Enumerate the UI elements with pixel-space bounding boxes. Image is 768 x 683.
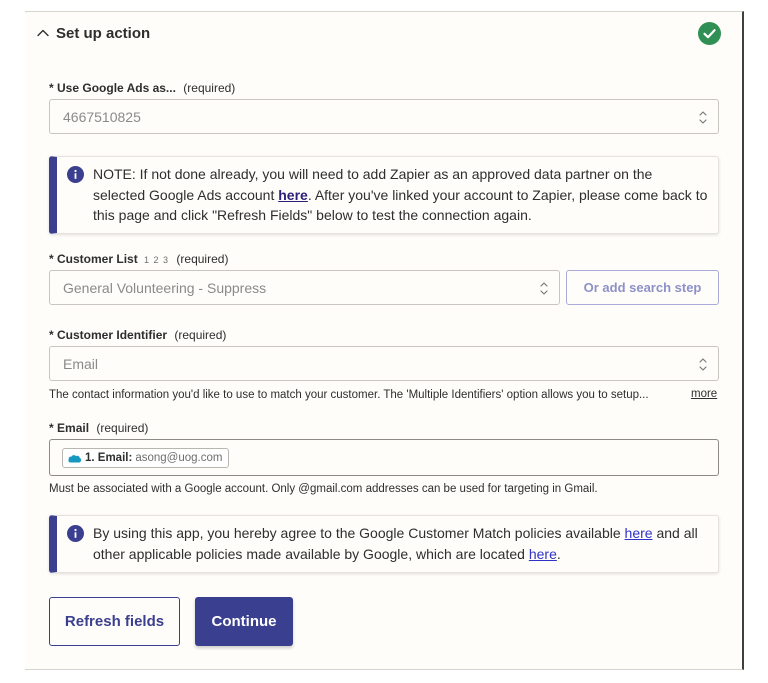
account-select[interactable]: 4667510825	[49, 99, 719, 134]
required-asterisk: *	[49, 421, 54, 435]
customer-identifier-value: Email	[63, 356, 99, 372]
info-icon	[67, 166, 84, 183]
customer-identifier-label: * Customer Identifier (required)	[49, 328, 226, 342]
email-label: * Email (required)	[49, 421, 148, 435]
required-tag: (required)	[183, 81, 236, 95]
policy-note: By using this app, you hereby agree to t…	[49, 515, 719, 573]
required-asterisk: *	[49, 252, 54, 266]
required-tag: (required)	[176, 252, 229, 266]
note-text-part: By using this app, you hereby agree to t…	[93, 525, 625, 541]
other-policies-link[interactable]: here	[529, 546, 557, 562]
customer-list-label-text: Customer List	[57, 252, 138, 266]
more-link[interactable]: more	[691, 388, 717, 400]
account-label: * Use Google Ads as... (required)	[49, 81, 235, 95]
refresh-fields-button[interactable]: Refresh fields	[49, 597, 180, 646]
email-mapped-pill[interactable]: 1. Email: asong@uog.com	[62, 448, 230, 468]
customer-list-label: * Customer List 1 2 3 (required)	[49, 252, 228, 266]
account-label-text: Use Google Ads as...	[57, 81, 176, 95]
customer-identifier-select[interactable]: Email	[49, 346, 719, 381]
salesforce-icon	[68, 454, 82, 462]
partner-note-text: NOTE: If not done already, you will need…	[93, 164, 708, 226]
email-helper-text: Must be associated with a Google account…	[49, 483, 598, 495]
email-field[interactable]: 1. Email: asong@uog.com	[49, 439, 719, 476]
email-label-text: Email	[57, 421, 90, 435]
pill-key: 1. Email:	[85, 452, 133, 464]
add-search-step-button[interactable]: Or add search step	[566, 270, 719, 305]
list-step-numbers: 1 2 3	[144, 255, 170, 265]
partner-link[interactable]: here	[278, 187, 308, 203]
required-tag: (required)	[174, 328, 227, 342]
select-arrows-icon	[699, 358, 707, 371]
required-asterisk: *	[49, 328, 54, 342]
section-header[interactable]: Set up action	[25, 12, 742, 56]
chevron-up-icon[interactable]	[36, 26, 50, 40]
required-tag: (required)	[96, 421, 149, 435]
policy-note-text: By using this app, you hereby agree to t…	[93, 523, 708, 564]
customer-list-select[interactable]: General Volunteering - Suppress	[49, 270, 560, 305]
select-arrows-icon	[540, 282, 548, 295]
pill-value: asong@uog.com	[135, 452, 223, 464]
continue-button[interactable]: Continue	[195, 597, 293, 646]
note-text-part: .	[556, 545, 561, 562]
partner-note: NOTE: If not done already, you will need…	[49, 156, 719, 234]
check-circle-icon	[698, 22, 721, 45]
setup-action-panel: Set up action * Use Google Ads as... (re…	[25, 11, 744, 670]
info-icon	[67, 525, 84, 542]
identifier-helper-text: The contact information you'd like to us…	[49, 389, 649, 401]
section-title: Set up action	[56, 25, 151, 42]
account-value: 4667510825	[63, 109, 141, 125]
required-asterisk: *	[49, 81, 54, 95]
customer-list-value: General Volunteering - Suppress	[63, 280, 267, 296]
select-arrows-icon	[699, 111, 707, 124]
customer-identifier-label-text: Customer Identifier	[57, 328, 168, 342]
policy-link[interactable]: here	[625, 525, 653, 541]
